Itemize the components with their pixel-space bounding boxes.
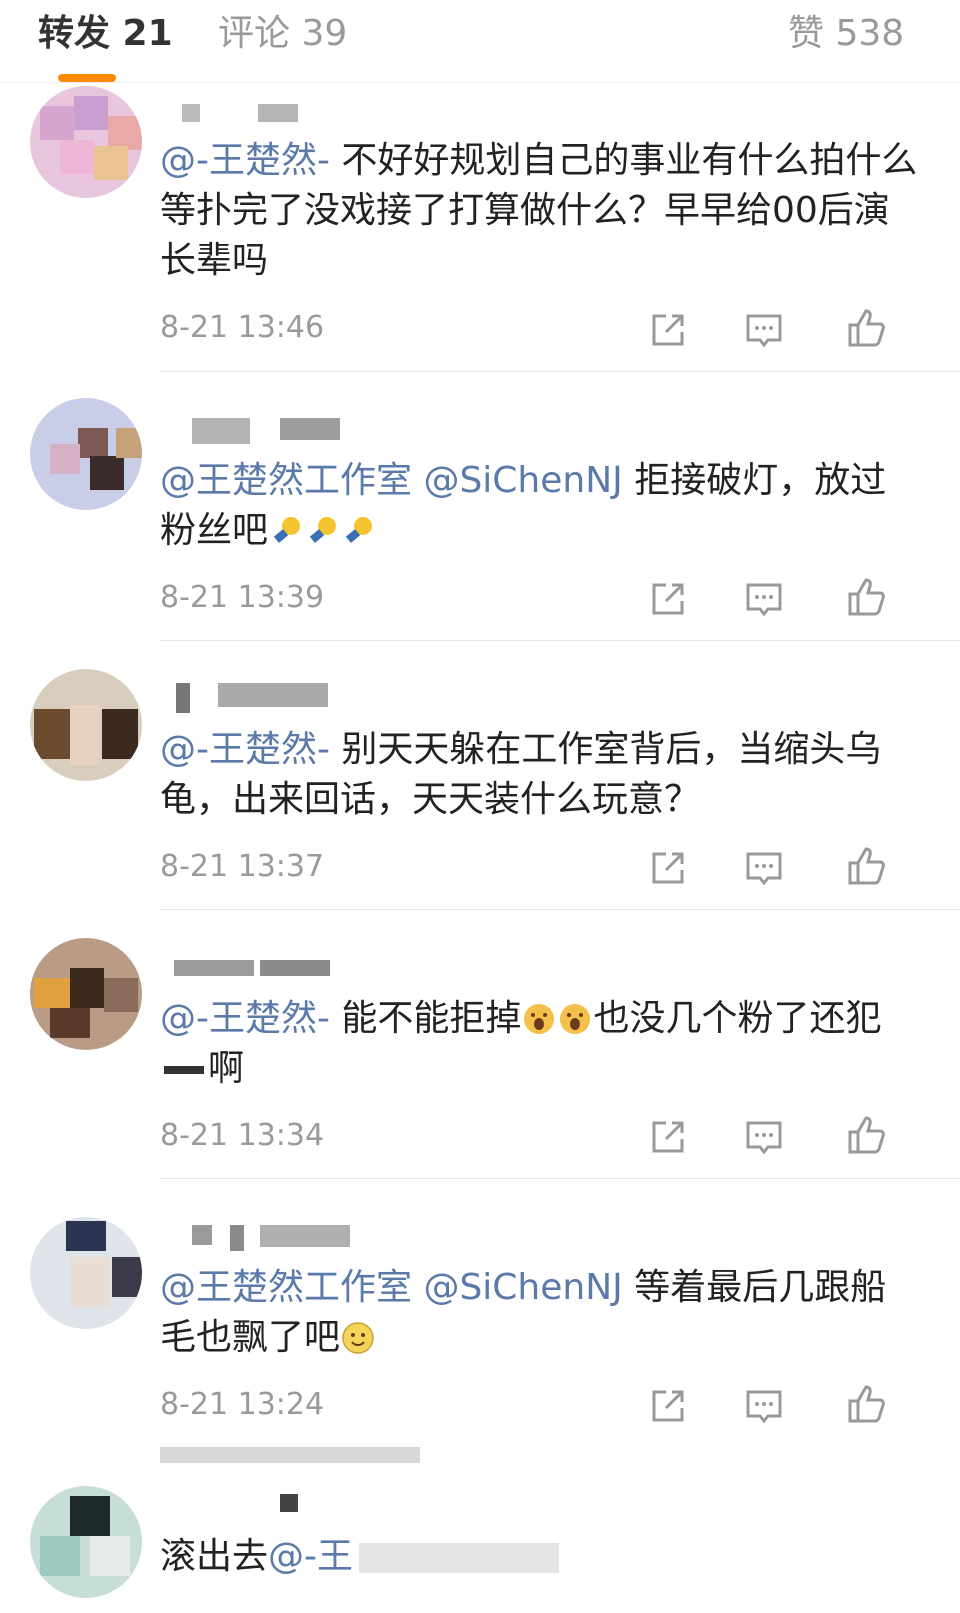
- tab-bar: 转发 21 评论 39 赞 538: [0, 0, 960, 83]
- avatar[interactable]: [30, 1217, 142, 1329]
- repost-icon[interactable]: [648, 848, 688, 888]
- avatar[interactable]: [30, 398, 142, 510]
- like-icon[interactable]: [846, 846, 886, 886]
- comment-time: 8-21 13:37: [160, 849, 325, 884]
- comment-item: @王楚然工作室 @SiChenNJ 拒接破灯，放过粉丝吧 8-21 13:39: [0, 372, 960, 641]
- repost-icon[interactable]: [648, 1117, 688, 1157]
- like-icon[interactable]: [846, 308, 886, 348]
- like-icon[interactable]: [846, 1115, 886, 1155]
- smile-emoji: [342, 1322, 374, 1354]
- tab-repost[interactable]: 转发 21: [38, 12, 173, 56]
- repost-icon[interactable]: [648, 1386, 688, 1426]
- bulb-emoji: [309, 517, 337, 543]
- tab-like[interactable]: 赞 538: [788, 12, 904, 56]
- comment-icon[interactable]: [744, 579, 784, 619]
- blurred-text: [359, 1543, 560, 1573]
- avatar[interactable]: [30, 86, 142, 198]
- comment-text: @-王楚然- 别天天躲在工作室背后，当缩头乌龟，出来回话，天天装什么玩意？: [160, 729, 882, 820]
- mention-link[interactable]: @-王楚然-: [160, 729, 330, 770]
- comment-icon[interactable]: [744, 310, 784, 350]
- comment-text: @-王楚然- 能不能拒掉 也没几个粉了还犯啊: [160, 998, 882, 1089]
- comment-text: 滚出去@-王: [160, 1532, 920, 1582]
- bulb-emoji: [273, 517, 301, 543]
- comment-icon[interactable]: [744, 848, 784, 888]
- scream-emoji: [560, 1004, 591, 1034]
- comment-icon[interactable]: [744, 1386, 784, 1426]
- tab-comment[interactable]: 评论 39: [218, 12, 347, 56]
- bulb-emoji: [345, 517, 373, 543]
- comment-time: 8-21 13:46: [160, 310, 325, 345]
- mention-link[interactable]: @-王楚然-: [160, 140, 330, 181]
- mention-link[interactable]: @王楚然工作室 @SiChenNJ: [160, 460, 623, 501]
- avatar[interactable]: [30, 669, 142, 781]
- scream-emoji: [524, 1004, 555, 1034]
- comment-item: @-王楚然- 能不能拒掉 也没几个粉了还犯啊 8-21 13:34: [0, 910, 960, 1179]
- active-tab-indicator: [58, 74, 116, 82]
- comment-text: @王楚然工作室 @SiChenNJ 等着最后几跟船毛也飘了吧: [160, 1267, 887, 1358]
- like-icon[interactable]: [846, 577, 886, 617]
- mention-link[interactable]: @-王: [268, 1536, 353, 1577]
- comment-time: 8-21 13:24: [160, 1387, 325, 1422]
- comment-text: @-王楚然- 不好好规划自己的事业有什么拍什么等扑完了没戏接了打算做什么？早早给…: [160, 140, 918, 281]
- censor-bar: [164, 1066, 204, 1074]
- repost-icon[interactable]: [648, 310, 688, 350]
- mention-link[interactable]: @王楚然工作室 @SiChenNJ: [160, 1267, 623, 1308]
- comment-time: 8-21 13:39: [160, 580, 325, 615]
- like-icon[interactable]: [846, 1384, 886, 1424]
- comment-item: @王楚然工作室 @SiChenNJ 等着最后几跟船毛也飘了吧 8-21 13:2…: [0, 1179, 960, 1463]
- comment-item: @-王楚然- 别天天躲在工作室背后，当缩头乌龟，出来回话，天天装什么玩意？ 8-…: [0, 641, 960, 910]
- comment-item: @-王楚然- 不好好规划自己的事业有什么拍什么等扑完了没戏接了打算做什么？早早给…: [0, 82, 960, 372]
- comment-text: @王楚然工作室 @SiChenNJ 拒接破灯，放过粉丝吧: [160, 460, 887, 551]
- comment-icon[interactable]: [744, 1117, 784, 1157]
- repost-icon[interactable]: [648, 579, 688, 619]
- comment-time: 8-21 13:34: [160, 1118, 325, 1153]
- mention-link[interactable]: @-王楚然-: [160, 998, 330, 1039]
- avatar[interactable]: [30, 1486, 142, 1598]
- avatar[interactable]: [30, 938, 142, 1050]
- comment-item: 滚出去@-王: [0, 1448, 960, 1613]
